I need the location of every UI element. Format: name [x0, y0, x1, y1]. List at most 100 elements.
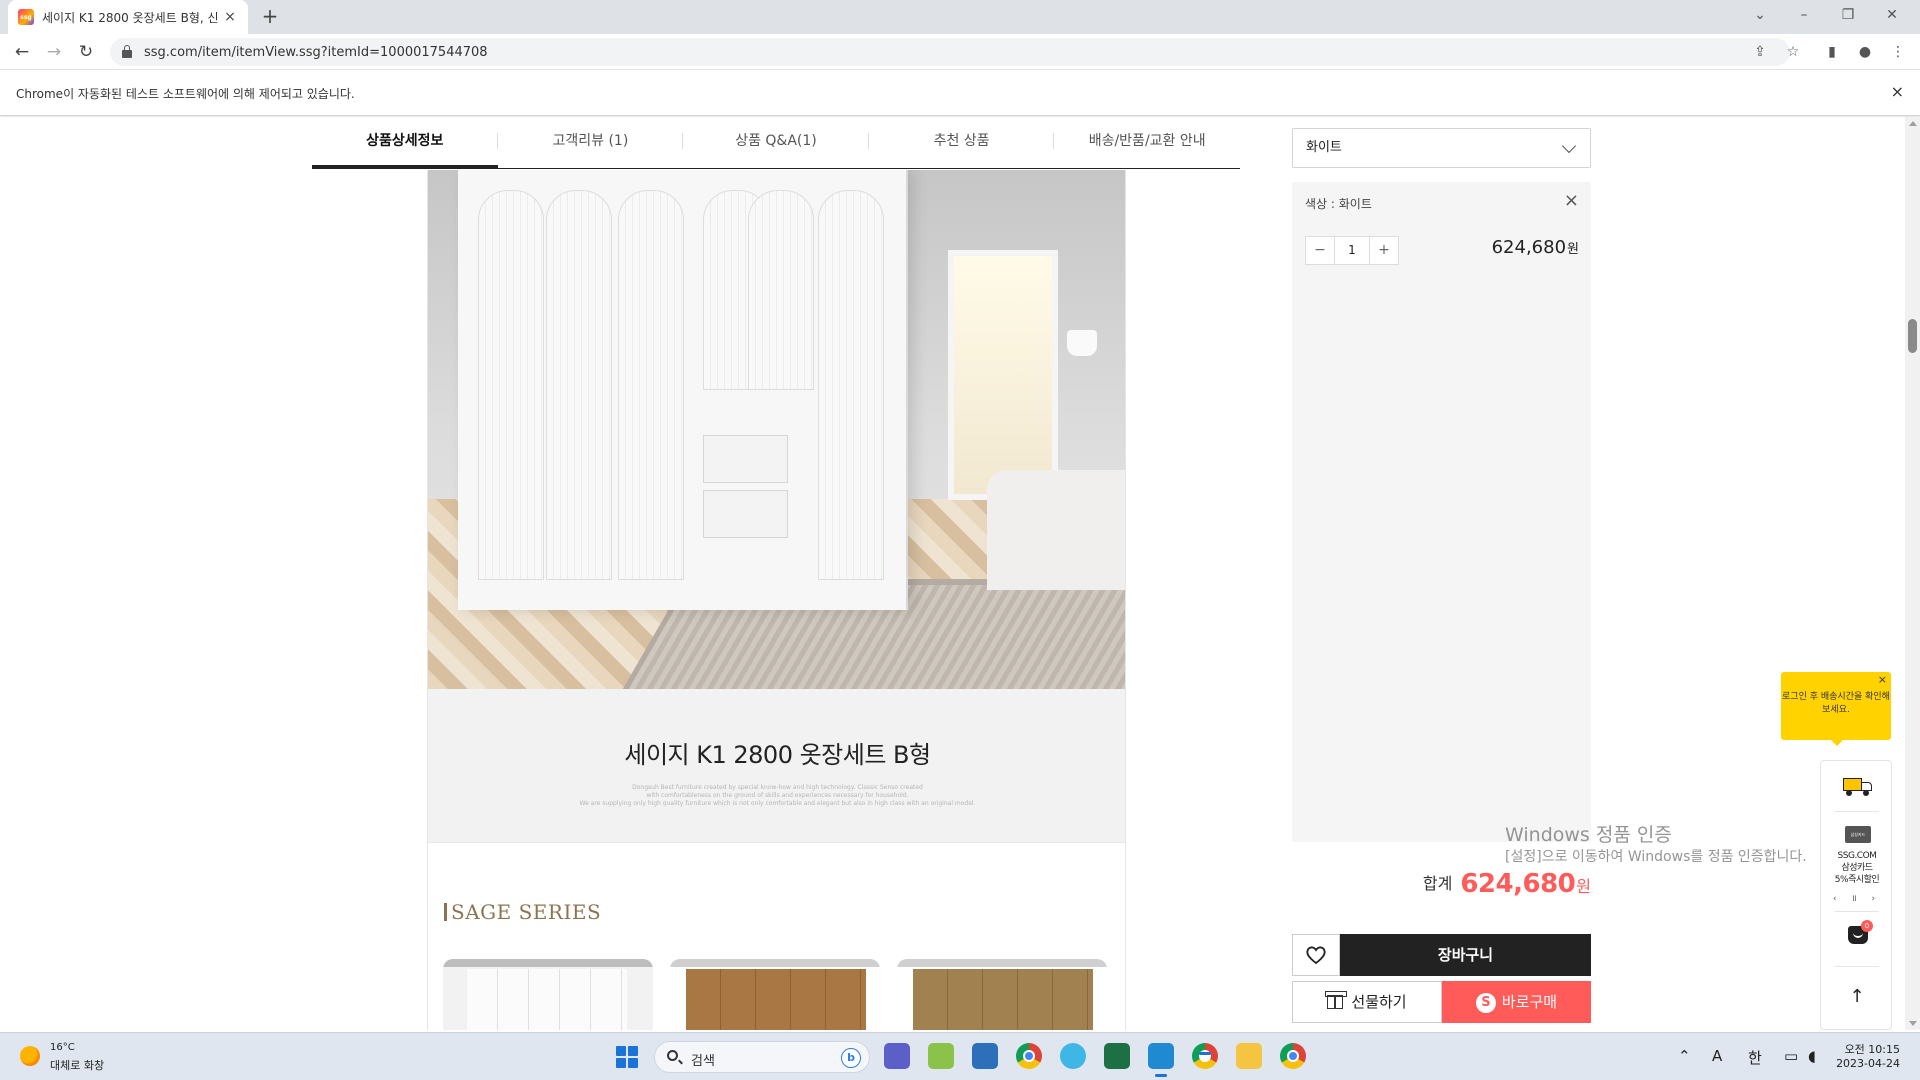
- detail-tabs: 상품상세정보 고객리뷰 (1) 상품 Q&A(1) 추천 상품 배송/반품/교환…: [312, 117, 1240, 169]
- weather-temperature[interactable]: 16°C: [50, 1042, 75, 1053]
- selected-option-box: 색상 : 화이트 × − 1 + 624,680원: [1292, 182, 1591, 842]
- reload-icon[interactable]: ↻: [74, 40, 98, 64]
- heart-icon: [1306, 946, 1326, 965]
- back-arrow-icon[interactable]: ←: [10, 40, 34, 64]
- product-hero-image: [428, 170, 1125, 689]
- lock-icon: [122, 45, 132, 58]
- windows-taskbar: 16°C 대체로 화창 검색 b ⌃ A 한 ▭ ◖ 오전 10:15 2023…: [0, 1032, 1920, 1080]
- buy-now-button[interactable]: S 바로구매: [1442, 981, 1591, 1023]
- page-content: 상품상세정보 고객리뷰 (1) 상품 Q&A(1) 추천 상품 배송/반품/교환…: [0, 117, 1905, 1030]
- infobar-message: Chrome이 자동화된 테스트 소프트웨어에 의해 제어되고 있습니다.: [16, 87, 355, 101]
- selected-option-label: 색상 : 화이트: [1305, 197, 1372, 211]
- product-title: 세이지 K1 2800 옷장세트 B형: [624, 741, 931, 769]
- clock-time[interactable]: 오전 10:15: [1840, 1041, 1900, 1057]
- gift-button[interactable]: 선물하기: [1292, 981, 1442, 1023]
- series-section: SAGE SERIES: [428, 843, 1125, 1030]
- windows-start-icon[interactable]: [616, 1046, 638, 1068]
- clock-date[interactable]: 2023-04-24: [1830, 1057, 1900, 1070]
- quantity-plus-button[interactable]: +: [1370, 237, 1398, 264]
- chrome-menu-icon[interactable]: ⋮: [1888, 42, 1908, 62]
- share-icon[interactable]: ⇪: [1750, 42, 1770, 62]
- promo-carousel-controls[interactable]: ‹ ॥ ›: [1821, 891, 1893, 904]
- tab-recommended[interactable]: 추천 상품: [869, 117, 1055, 168]
- cart-count-badge: 0: [1861, 920, 1873, 932]
- total-price-row: 합계 624,680원: [1292, 869, 1591, 899]
- series-thumb-white: [443, 959, 653, 1030]
- page-scrollbar[interactable]: [1905, 117, 1920, 1030]
- product-title-section: 세이지 K1 2800 옷장세트 B형 Dongsuh Best furnitu…: [428, 689, 1125, 843]
- taskbar-search[interactable]: 검색 b: [654, 1041, 870, 1073]
- ime-indicator[interactable]: 한: [1748, 1047, 1762, 1068]
- file-explorer-icon[interactable]: [1236, 1043, 1262, 1069]
- quantity-input[interactable]: 1: [1334, 237, 1370, 264]
- windows-activation-title: Windows 정품 인증: [1505, 824, 1672, 846]
- vscode-icon[interactable]: [1148, 1043, 1174, 1077]
- network-monitor-icon[interactable]: ▭: [1784, 1047, 1798, 1065]
- weather-description[interactable]: 대체로 화창: [50, 1057, 104, 1073]
- total-price-unit: 원: [1576, 877, 1591, 896]
- tab-shipping-returns[interactable]: 배송/반품/교환 안내: [1054, 117, 1240, 168]
- tab-product-detail[interactable]: 상품상세정보: [312, 117, 498, 168]
- close-window-button[interactable]: ✕: [1870, 0, 1914, 30]
- chevron-down-icon: [1561, 138, 1577, 154]
- tab-title: 세이지 K1 2800 옷장세트 B형, 신: [42, 10, 219, 25]
- input-language-indicator[interactable]: A: [1712, 1047, 1722, 1065]
- series-title: SAGE SERIES: [444, 902, 601, 922]
- bookmark-star-icon[interactable]: ☆: [1783, 42, 1803, 62]
- scroll-up-arrow-icon[interactable]: [1909, 121, 1917, 126]
- card-promo-text[interactable]: SSG.COM 삼성카드 5%즉시할인: [1821, 850, 1893, 886]
- weather-sun-icon[interactable]: [20, 1046, 40, 1066]
- delivery-truck-icon[interactable]: [1843, 776, 1873, 796]
- new-tab-button[interactable]: +: [258, 5, 282, 29]
- total-price: 624,680: [1460, 869, 1576, 899]
- photos-app-icon[interactable]: [928, 1043, 954, 1069]
- total-label: 합계: [1422, 874, 1453, 893]
- windows-activation-message: [설정]으로 이동하여 Windows를 정품 인증합니다.: [1505, 849, 1807, 865]
- add-to-cart-button[interactable]: 장바구니: [1340, 934, 1591, 976]
- quantity-stepper: − 1 +: [1305, 236, 1399, 265]
- browser-tab[interactable]: ssg 세이지 K1 2800 옷장세트 B형, 신 ×: [8, 0, 248, 34]
- tab-search-chevron-icon[interactable]: ⌄: [1738, 0, 1782, 30]
- quantity-minus-button[interactable]: −: [1306, 237, 1334, 264]
- chrome-icon-3[interactable]: [1280, 1043, 1306, 1069]
- tab-reviews[interactable]: 고객리뷰 (1): [498, 117, 684, 168]
- ssg-s-icon: S: [1475, 993, 1496, 1013]
- infobar-close-icon[interactable]: ×: [1891, 82, 1904, 101]
- option-select-value: 화이트: [1306, 140, 1342, 155]
- remove-option-icon[interactable]: ×: [1564, 190, 1579, 211]
- chrome-icon-2[interactable]: [1192, 1043, 1218, 1069]
- messenger-icon[interactable]: [1060, 1043, 1086, 1069]
- delivery-login-tooltip: × 로그인 후 배송시간을 확인해보세요.: [1781, 672, 1891, 746]
- gift-icon: [1325, 991, 1348, 1009]
- bed-image-part: [987, 470, 1125, 590]
- color-option-select[interactable]: 화이트: [1292, 128, 1591, 168]
- series-thumb-oak: [897, 959, 1107, 1030]
- scroll-down-arrow-icon[interactable]: [1909, 1021, 1917, 1026]
- automation-infobar: Chrome이 자동화된 테스트 소프트웨어에 의해 제어되고 있습니다. ×: [0, 70, 1920, 116]
- wishlist-button[interactable]: [1292, 934, 1340, 976]
- scroll-to-top-arrow-icon[interactable]: ↑: [1821, 986, 1893, 1007]
- settings-gear-icon[interactable]: [972, 1043, 998, 1069]
- url-text: ssg.com/item/itemView.ssg?itemId=1000017…: [144, 44, 488, 60]
- teams-meet-icon[interactable]: [884, 1043, 910, 1069]
- scroll-thumb[interactable]: [1908, 319, 1917, 353]
- tooltip-close-icon[interactable]: ×: [1878, 673, 1887, 686]
- tab-qna[interactable]: 상품 Q&A(1): [683, 117, 869, 168]
- chrome-icon[interactable]: [1016, 1043, 1042, 1069]
- product-subtitle: Dongsuh Best furniture created by specia…: [579, 784, 976, 807]
- bing-icon[interactable]: b: [841, 1048, 861, 1068]
- address-bar[interactable]: ssg.com/item/itemView.ssg?itemId=1000017…: [110, 38, 1790, 66]
- tray-overflow-chevron-icon[interactable]: ⌃: [1678, 1047, 1691, 1065]
- volume-icon[interactable]: ◖: [1808, 1047, 1816, 1065]
- restore-button[interactable]: ❐: [1826, 0, 1870, 30]
- profile-avatar-icon[interactable]: ●: [1855, 42, 1875, 62]
- search-icon: [667, 1050, 678, 1061]
- side-panel-icon[interactable]: ▮: [1822, 42, 1842, 62]
- ssg-favicon-icon: ssg: [18, 9, 34, 25]
- forward-arrow-icon[interactable]: →: [42, 40, 66, 64]
- floating-side-bar: 삼성카드 SSG.COM 삼성카드 5%즉시할인 ‹ ॥ › 0 ↑: [1820, 760, 1892, 1030]
- excel-icon[interactable]: [1104, 1043, 1130, 1069]
- minimize-button[interactable]: –: [1782, 0, 1826, 30]
- card-promo-thumbnail[interactable]: 삼성카드: [1845, 826, 1871, 843]
- tab-close-icon[interactable]: ×: [222, 9, 238, 25]
